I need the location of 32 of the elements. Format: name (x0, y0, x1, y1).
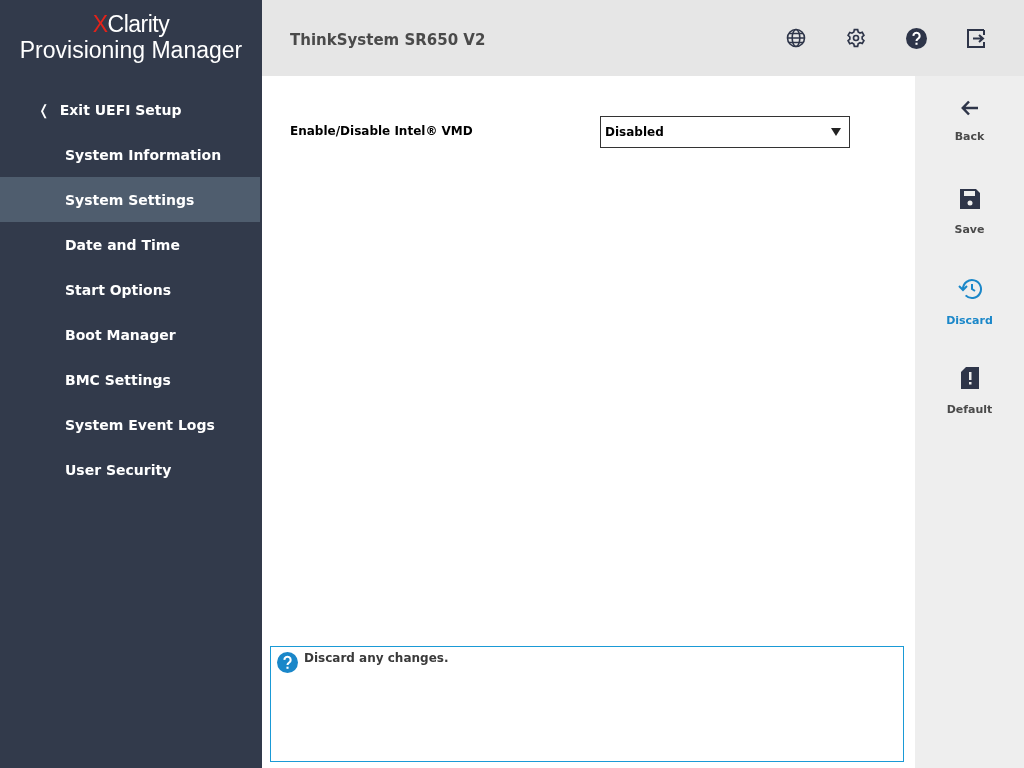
logo-title: XClarity (92, 11, 170, 37)
sidebar-item[interactable]: System Information (0, 132, 260, 177)
save-button[interactable]: Save (919, 185, 1020, 274)
setting-label: Enable/Disable Intel® VMD (290, 124, 473, 140)
sidebar-item[interactable]: Start Options (0, 267, 260, 312)
exit-setup-link[interactable]: ❬ Exit UEFI Setup (0, 96, 262, 124)
sidebar-item[interactable]: User Security (0, 447, 260, 492)
back-arrow-icon (960, 100, 979, 116)
sidebar-item[interactable]: Boot Manager (0, 312, 260, 357)
globe-icon (786, 28, 806, 48)
exit-button[interactable] (964, 26, 988, 50)
settings-icon (846, 28, 866, 48)
help-icon (905, 27, 927, 49)
setting-dropdown[interactable]: Disabled (600, 116, 850, 148)
save-icon (959, 189, 980, 209)
history-icon (956, 278, 983, 300)
globe-button[interactable] (784, 26, 808, 50)
logo-subtitle: Provisioning Manager (19, 37, 243, 63)
sidebar-item[interactable]: BMC Settings (0, 357, 260, 402)
alert-card-icon (960, 367, 979, 389)
caret-icon (831, 128, 841, 136)
help-icon (277, 652, 298, 673)
sidebar-item[interactable]: System Event Logs (0, 402, 260, 447)
page-title: ThinkSystem SR650 V2 (290, 31, 487, 49)
help-text: Discard any changes. (304, 651, 449, 665)
sidebar-item[interactable]: Date and Time (0, 222, 260, 267)
default-button[interactable]: Default (919, 363, 1020, 452)
exit-icon (966, 28, 986, 48)
settings-button[interactable] (844, 26, 868, 50)
sidebar-item[interactable]: System Settings (0, 177, 260, 222)
help-button[interactable] (904, 26, 928, 50)
back-button[interactable]: Back (919, 96, 1020, 185)
